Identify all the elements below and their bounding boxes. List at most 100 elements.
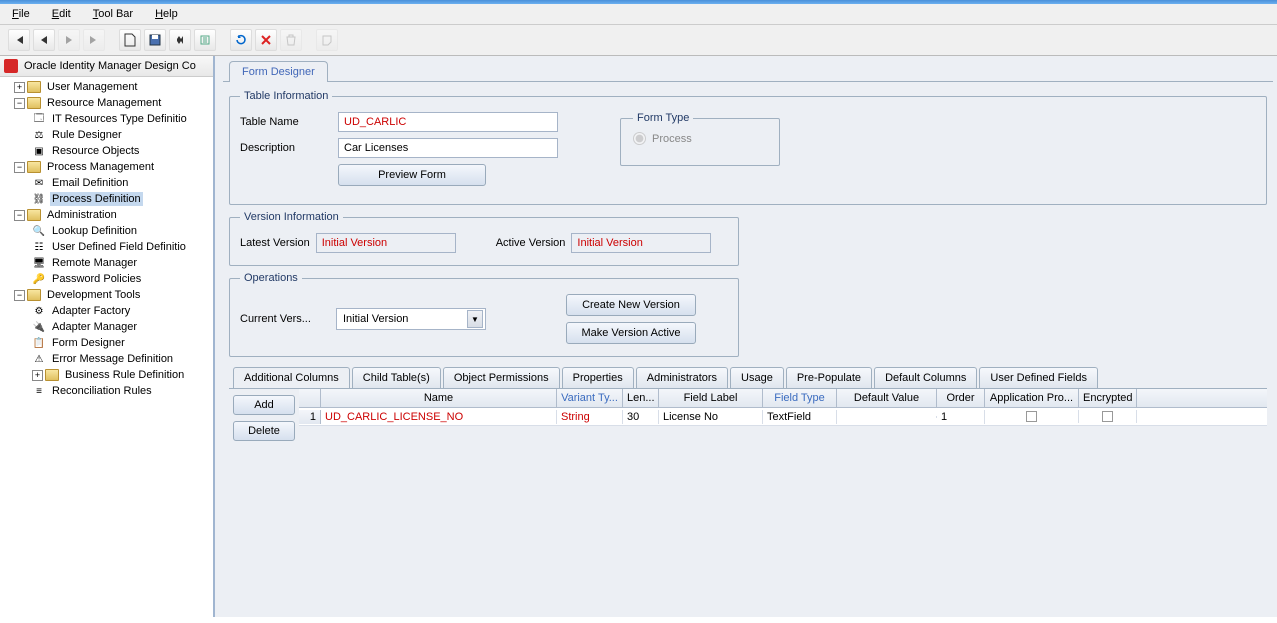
tree-error-message-definition[interactable]: ⚠Error Message Definition	[0, 351, 213, 367]
tab-prepopulate[interactable]: Pre-Populate	[786, 367, 872, 388]
tree-resource-objects[interactable]: ▣Resource Objects	[0, 143, 213, 159]
current-version-select[interactable]: Initial Version ▼	[336, 308, 486, 330]
preview-form-button[interactable]: Preview Form	[338, 164, 486, 186]
sub-tab-strip: Additional Columns Child Table(s) Object…	[229, 367, 1267, 388]
process-radio	[633, 132, 646, 145]
remote-icon: 🖥	[32, 256, 46, 270]
cell-name[interactable]: UD_CARLIC_LICENSE_NO	[321, 410, 557, 424]
collapse-icon[interactable]: −	[14, 162, 25, 173]
cell-field-type[interactable]: TextField	[763, 410, 837, 424]
header-encrypted[interactable]: Encrypted	[1079, 389, 1137, 407]
expand-icon[interactable]: +	[32, 370, 43, 381]
cell-length[interactable]: 30	[623, 410, 659, 424]
cell-order[interactable]: 1	[937, 410, 985, 424]
search-button[interactable]	[169, 29, 191, 51]
header-field-label[interactable]: Field Label	[659, 389, 763, 407]
tab-child-tables[interactable]: Child Table(s)	[352, 367, 441, 388]
tab-form-designer[interactable]: Form Designer	[229, 61, 328, 82]
collapse-icon[interactable]: −	[14, 98, 25, 109]
tree-lookup-definition[interactable]: 🔍Lookup Definition	[0, 223, 213, 239]
cell-default-value[interactable]	[837, 416, 937, 418]
last-record-button	[83, 29, 105, 51]
operations-group: Operations Current Vers... Initial Versi…	[229, 272, 739, 357]
header-field-type[interactable]: Field Type	[763, 389, 837, 407]
delete-column-button[interactable]: Delete	[233, 421, 295, 441]
header-default-value[interactable]: Default Value	[837, 389, 937, 407]
tree-user-management[interactable]: +User Management	[0, 79, 213, 95]
tree-development-tools[interactable]: −Development Tools	[0, 287, 213, 303]
menu-edit[interactable]: Edit	[48, 6, 75, 22]
tree-adapter-factory[interactable]: ⚙Adapter Factory	[0, 303, 213, 319]
tree-business-rule-definition[interactable]: +Business Rule Definition	[0, 367, 213, 383]
menu-file[interactable]: File	[8, 6, 34, 22]
tree-process-definition[interactable]: ⛓Process Definition	[0, 191, 213, 207]
active-version-label: Active Version	[496, 237, 566, 249]
chevron-down-icon: ▼	[467, 310, 483, 328]
tree-process-management[interactable]: −Process Management	[0, 159, 213, 175]
header-application-profile[interactable]: Application Pro...	[985, 389, 1079, 407]
tree-it-resources[interactable]: 🗔IT Resources Type Definitio	[0, 111, 213, 127]
description-input[interactable]	[338, 138, 558, 158]
tree-adapter-manager[interactable]: 🔌Adapter Manager	[0, 319, 213, 335]
warning-icon: ⚠	[32, 352, 46, 366]
checkbox-icon[interactable]	[1102, 411, 1113, 422]
cell-variant[interactable]: String	[557, 410, 623, 424]
table-name-label: Table Name	[240, 116, 330, 128]
tree-form-designer[interactable]: 📋Form Designer	[0, 335, 213, 351]
header-variant-type[interactable]: Variant Ty...	[557, 389, 623, 407]
new-button[interactable]	[119, 29, 141, 51]
gear-icon: ⚙	[32, 304, 46, 318]
first-record-button[interactable]	[8, 29, 30, 51]
expand-icon[interactable]: +	[14, 82, 25, 93]
menu-toolbar[interactable]: Tool Bar	[89, 6, 137, 22]
menu-help[interactable]: Help	[151, 6, 182, 22]
delete-button	[280, 29, 302, 51]
cell-rownum: 1	[299, 410, 321, 424]
operations-legend: Operations	[240, 272, 302, 284]
tree-rule-designer[interactable]: ⚖Rule Designer	[0, 127, 213, 143]
main-tab-strip: Form Designer	[223, 60, 1273, 81]
tree-email-definition[interactable]: ✉Email Definition	[0, 175, 213, 191]
tree-root[interactable]: Oracle Identity Manager Design Co	[0, 56, 213, 77]
tree-remote-manager[interactable]: 🖥Remote Manager	[0, 255, 213, 271]
version-information-group: Version Information Latest Version Initi…	[229, 211, 739, 266]
adapter-icon: 🔌	[32, 320, 46, 334]
columns-grid-area: Add Delete Name Variant Ty... Len... Fie…	[229, 388, 1267, 447]
close-button[interactable]	[255, 29, 277, 51]
cell-application-profile[interactable]	[985, 410, 1079, 423]
header-name[interactable]: Name	[321, 389, 557, 407]
header-length[interactable]: Len...	[623, 389, 659, 407]
tree-administration[interactable]: −Administration	[0, 207, 213, 223]
tab-properties[interactable]: Properties	[562, 367, 634, 388]
collapse-icon[interactable]: −	[14, 290, 25, 301]
folder-icon	[27, 289, 41, 301]
cell-field-label[interactable]: License No	[659, 410, 763, 424]
collapse-icon[interactable]: −	[14, 210, 25, 221]
active-version-value: Initial Version	[571, 233, 711, 253]
refresh-button[interactable]	[230, 29, 252, 51]
header-rownum[interactable]	[299, 389, 321, 407]
tree-udf-definition[interactable]: ☷User Defined Field Definitio	[0, 239, 213, 255]
toolbar	[0, 25, 1277, 56]
tree-password-policies[interactable]: 🔑Password Policies	[0, 271, 213, 287]
add-column-button[interactable]: Add	[233, 395, 295, 415]
tab-usage[interactable]: Usage	[730, 367, 784, 388]
query-button[interactable]	[194, 29, 216, 51]
tab-object-permissions[interactable]: Object Permissions	[443, 367, 560, 388]
tab-user-defined-fields[interactable]: User Defined Fields	[979, 367, 1098, 388]
tab-administrators[interactable]: Administrators	[636, 367, 728, 388]
checkbox-icon[interactable]	[1026, 411, 1037, 422]
tab-default-columns[interactable]: Default Columns	[874, 367, 977, 388]
header-order[interactable]: Order	[937, 389, 985, 407]
save-button[interactable]	[144, 29, 166, 51]
cell-encrypted[interactable]	[1079, 410, 1137, 423]
table-row[interactable]: 1 UD_CARLIC_LICENSE_NO String 30 License…	[299, 408, 1267, 426]
create-new-version-button[interactable]: Create New Version	[566, 294, 696, 316]
tree-reconciliation-rules[interactable]: ≡Reconciliation Rules	[0, 383, 213, 399]
tree-resource-management[interactable]: −Resource Management	[0, 95, 213, 111]
prev-record-button[interactable]	[33, 29, 55, 51]
tab-additional-columns[interactable]: Additional Columns	[233, 367, 350, 388]
make-version-active-button[interactable]: Make Version Active	[566, 322, 696, 344]
columns-grid[interactable]: Name Variant Ty... Len... Field Label Fi…	[299, 389, 1267, 447]
table-name-input[interactable]	[338, 112, 558, 132]
